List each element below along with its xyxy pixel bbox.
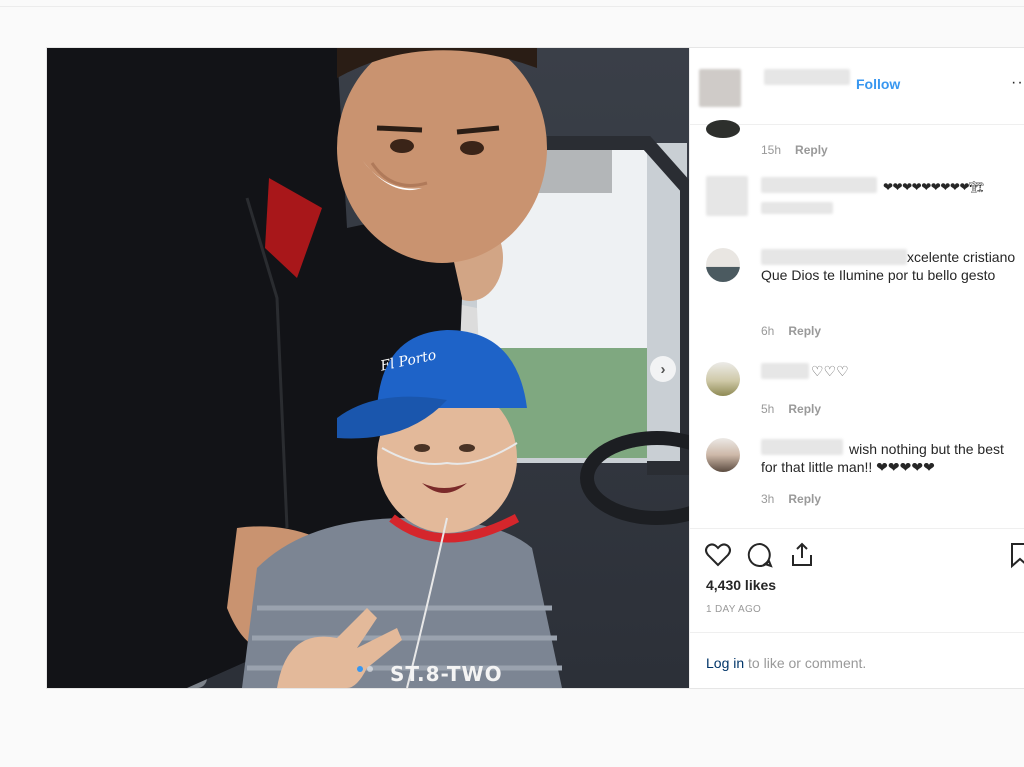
comment-text: ❤❤❤❤❤❤❤❤❤🏗 — [883, 180, 984, 194]
top-divider — [0, 6, 1024, 7]
commenter-username[interactable] — [761, 177, 877, 193]
photo-illustration — [47, 48, 689, 688]
commenter-avatar[interactable] — [706, 176, 748, 216]
comment-text-redacted — [761, 202, 833, 214]
author-avatar[interactable] — [699, 69, 741, 107]
reply-link[interactable]: Reply — [788, 324, 821, 338]
comment-text: ♡♡♡ — [811, 363, 849, 379]
login-prompt-text: Log in to like or comment. — [706, 655, 866, 671]
commenter-avatar[interactable] — [706, 362, 740, 396]
reply-link[interactable]: Reply — [788, 492, 821, 506]
post-actions: 4,430 likes 1 DAY AGO — [690, 528, 1024, 633]
author-username[interactable] — [764, 69, 850, 85]
heart-icon[interactable] — [704, 541, 732, 569]
likes-count[interactable]: 4,430 likes — [706, 577, 776, 593]
post-age: 1 DAY AGO — [706, 604, 762, 615]
comment-meta: 6h Reply — [761, 324, 821, 338]
chevron-right-icon[interactable]: › — [650, 356, 676, 382]
bookmark-icon[interactable] — [1006, 541, 1024, 569]
reply-link[interactable]: Reply — [795, 143, 828, 157]
comment-meta: 3h Reply — [761, 492, 821, 506]
comment-text: wish nothing but the best for that littl… — [761, 441, 1004, 475]
login-rest-text: to like or comment. — [744, 655, 867, 671]
post-photo[interactable]: Fl Porto ST.8-TWO › — [47, 48, 689, 688]
reply-link[interactable]: Reply — [788, 402, 821, 416]
more-options-icon[interactable]: ··· — [1011, 74, 1024, 92]
login-link[interactable]: Log in — [706, 655, 744, 671]
comment-time: 5h — [761, 402, 775, 416]
carousel-dot — [367, 666, 373, 672]
post-card: Fl Porto ST.8-TWO › Follow ··· 15h Reply — [46, 47, 1024, 689]
login-prompt: Log in to like or comment. — [690, 632, 1024, 689]
comment-text: xcelente cristiano Que Dios te Ilumine p… — [761, 249, 1016, 283]
post-header: Follow ··· — [690, 48, 1024, 125]
commenter-username[interactable] — [761, 363, 809, 379]
comment-meta: 5h Reply — [761, 402, 821, 416]
carousel-dots — [357, 666, 373, 672]
comment-time: 3h — [761, 492, 775, 506]
follow-button[interactable]: Follow — [856, 76, 900, 92]
commenter-avatar[interactable] — [706, 120, 740, 138]
shirt-print-text: ST.8-TWO — [390, 662, 503, 686]
comment-time: 6h — [761, 324, 775, 338]
commenter-avatar[interactable] — [706, 438, 740, 472]
comment-meta: 15h Reply — [761, 143, 828, 157]
commenter-avatar[interactable] — [706, 248, 740, 282]
share-icon[interactable] — [788, 541, 816, 569]
post-side-panel: Follow ··· 15h Reply ❤❤❤❤❤❤❤❤❤🏗 xcelente… — [689, 48, 1024, 688]
carousel-dot-active — [357, 666, 363, 672]
comment-time: 15h — [761, 143, 782, 157]
comment-icon[interactable] — [746, 541, 774, 569]
